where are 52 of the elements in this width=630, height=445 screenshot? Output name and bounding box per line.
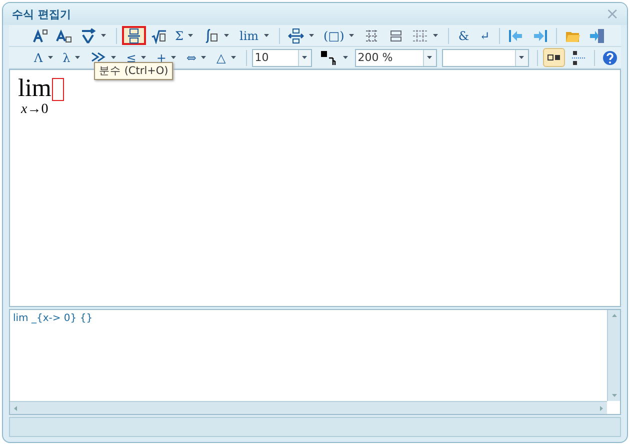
text-color-icon [320,50,338,66]
caret-icon [224,34,230,37]
caret-icon[interactable] [302,56,308,59]
caret-icon [111,56,116,59]
caret-icon[interactable] [427,56,432,59]
ampersand-button[interactable]: & [454,26,474,45]
caret-icon [433,34,438,37]
letter-button[interactable]: Λ [31,48,58,67]
root-icon [151,28,167,44]
caret-icon [188,34,194,37]
caret-icon [264,34,269,37]
line-break-button[interactable]: ↵ [475,26,494,45]
subscript-icon [56,28,72,44]
zoom-combo[interactable]: 200 % [354,48,437,66]
caret-icon [308,34,314,37]
window-title: 수식 편집기 [12,6,71,22]
sum-button[interactable]: Σ [172,26,198,45]
caret-icon [349,34,354,37]
arrow-button[interactable]: ⇔ [183,48,212,67]
caret-icon [201,56,206,59]
fraction-icon [126,28,142,44]
caret-icon [171,56,176,59]
help-icon[interactable] [602,50,618,66]
tooltip: 분수 (Ctrl+O) [94,62,174,80]
vector-icon [80,28,96,44]
bracket-button[interactable]: (□) [320,26,360,45]
caret-icon [230,56,236,59]
stack-icon [288,28,304,44]
export-icon [589,28,606,44]
greek-button[interactable]: λ [60,48,86,67]
start-icon [508,28,524,44]
end-icon [532,28,548,44]
matrix-icon [412,28,428,44]
limit-button[interactable]: lim [236,26,274,45]
integral-icon [203,28,220,44]
caret-icon [101,34,106,37]
caret-icon [141,56,146,59]
limit-subscript: x→0 [21,102,48,117]
layout-toggle[interactable] [542,48,565,67]
shape-button[interactable]: △ [213,48,241,67]
caret-icon [75,56,80,59]
fraction-button[interactable] [122,26,146,45]
stack-dots-icon [570,50,586,66]
source-text: lim _{x-> 0} {} [12,312,94,326]
limit-operator: lim [18,76,52,102]
caret-icon [48,56,53,59]
rows-icon [388,28,404,44]
superscript-icon [32,28,48,44]
caret-icon [342,56,348,59]
font-size-combo[interactable]: 10 [252,48,312,66]
caret-icon[interactable] [519,56,524,59]
placeholder-slot[interactable] [52,78,64,100]
